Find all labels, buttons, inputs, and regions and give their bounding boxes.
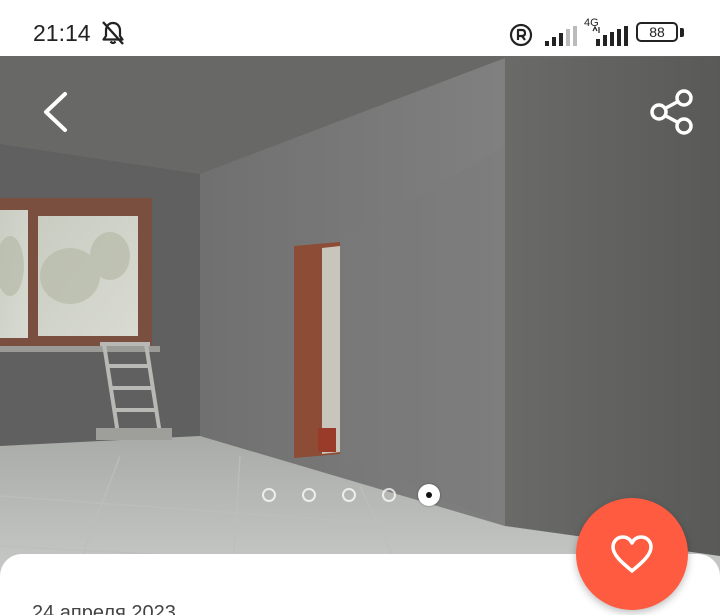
photo-pagination: [256, 484, 456, 508]
status-bar: 21:14 4G 88: [0, 0, 720, 56]
battery-tip: [680, 28, 684, 37]
status-icons: 4G 88: [480, 16, 720, 50]
favorite-button[interactable]: [576, 498, 688, 610]
share-button[interactable]: [640, 84, 704, 140]
pagination-dot[interactable]: [382, 488, 396, 502]
status-time: 21:14: [33, 20, 91, 46]
pagination-dot[interactable]: [302, 488, 316, 502]
battery-icon: 88: [636, 22, 678, 42]
back-button[interactable]: [30, 84, 82, 140]
registered-icon: [509, 23, 533, 47]
listing-date: 24 апреля 2023: [32, 602, 176, 615]
heart-outline-icon: [611, 535, 653, 573]
listing-photo-screen: 21:14 4G 88 24 апреля 2023: [0, 0, 720, 615]
signal-4g-icon: [592, 26, 628, 46]
pagination-dot-active[interactable]: [418, 484, 440, 506]
pagination-dot[interactable]: [342, 488, 356, 502]
bell-off-icon: [102, 21, 124, 45]
pagination-dot[interactable]: [262, 488, 276, 502]
signal-icon: [545, 26, 577, 46]
